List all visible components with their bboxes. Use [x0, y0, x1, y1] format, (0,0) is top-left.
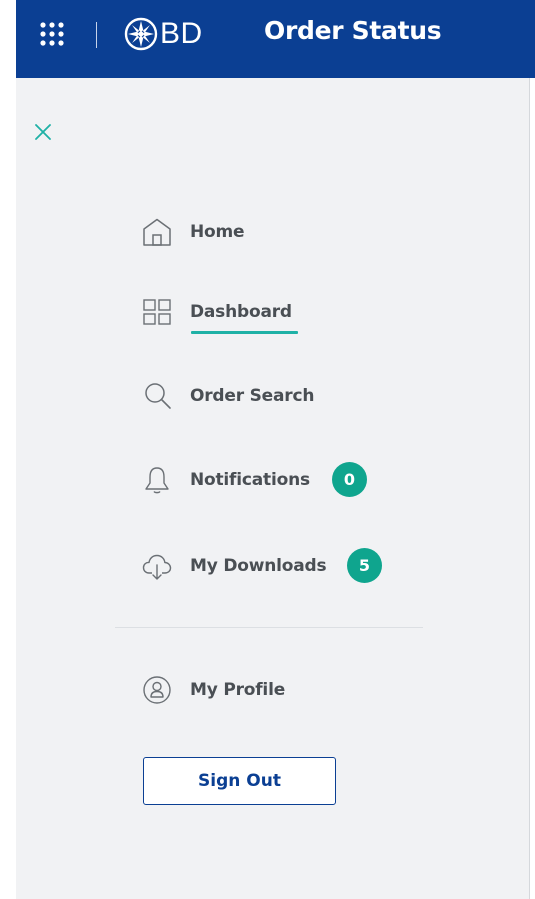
dashboard-grid-icon	[142, 297, 172, 327]
nav-item-home[interactable]: Home	[142, 217, 245, 247]
notifications-count-badge: 0	[332, 462, 367, 497]
app-header: BD Order Status	[16, 0, 535, 78]
nav-label-my-downloads: My Downloads	[190, 556, 327, 576]
nav-item-order-search[interactable]: Order Search	[142, 381, 314, 411]
drawer-border	[529, 78, 530, 899]
nav-item-notifications[interactable]: Notifications	[142, 465, 310, 495]
downloads-count-badge: 5	[347, 548, 382, 583]
bd-starburst-logo-icon	[124, 17, 158, 51]
nav-label-my-profile: My Profile	[190, 680, 286, 700]
search-icon	[142, 381, 172, 411]
active-nav-underline	[191, 331, 298, 334]
sign-out-button[interactable]: Sign Out	[143, 757, 336, 805]
nav-label-order-search: Order Search	[190, 386, 315, 406]
nav-item-dashboard[interactable]: Dashboard	[142, 297, 292, 327]
nav-label-notifications: Notifications	[190, 470, 310, 490]
header-divider	[96, 22, 97, 48]
cloud-download-icon	[142, 551, 172, 581]
nav-item-my-downloads[interactable]: My Downloads	[142, 551, 327, 581]
nav-item-my-profile[interactable]: My Profile	[142, 675, 285, 705]
nav-label-dashboard: Dashboard	[190, 302, 292, 322]
user-circle-icon	[142, 675, 172, 705]
app-title: Order Status	[264, 16, 442, 45]
bell-icon	[142, 465, 172, 495]
bd-logo[interactable]: BD	[124, 16, 203, 52]
nav-label-home: Home	[190, 222, 245, 242]
close-icon[interactable]	[34, 123, 52, 141]
logo-text: BD	[160, 17, 203, 50]
home-icon	[142, 217, 172, 247]
apps-grid-icon[interactable]	[38, 20, 66, 48]
menu-divider	[115, 627, 423, 628]
